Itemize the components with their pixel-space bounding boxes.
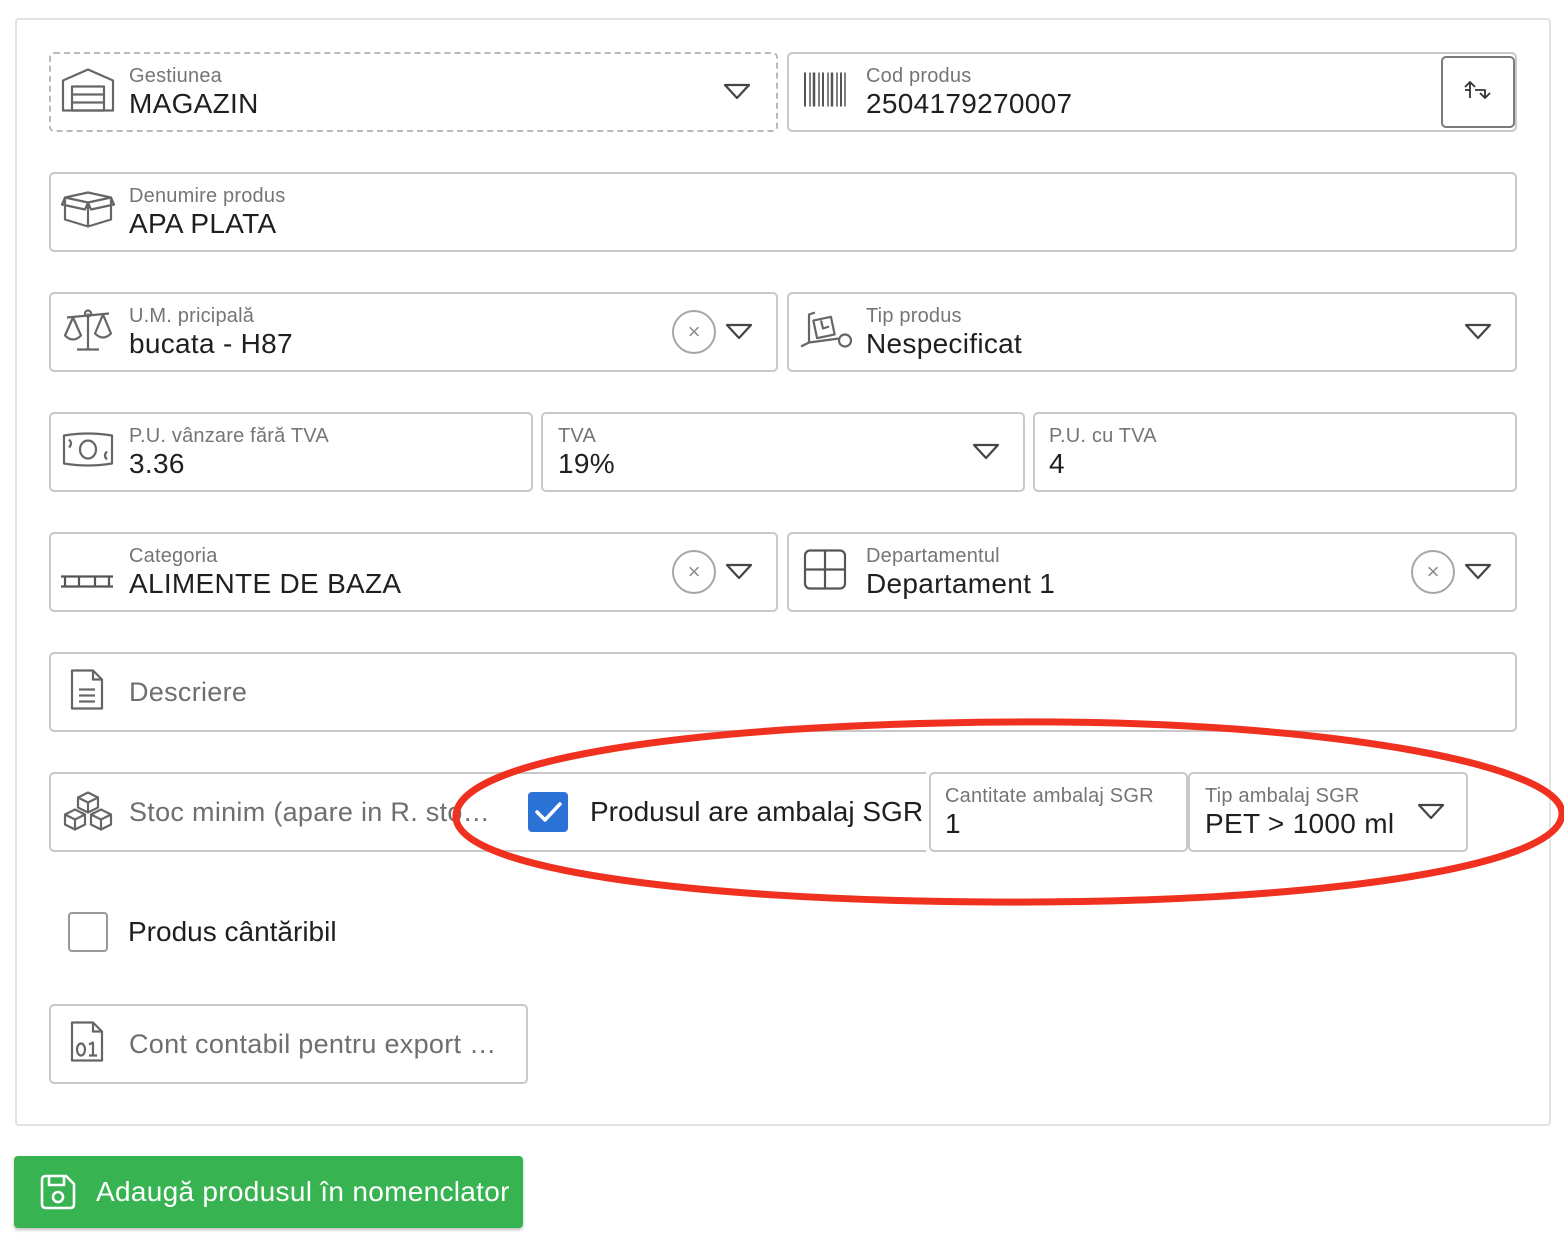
um-value: bucata - H87 — [129, 328, 293, 359]
descriere-placeholder: Descriere — [129, 676, 248, 707]
pu-fara-tva-field[interactable]: P.U. vânzare fără TVA 3.36 — [49, 412, 533, 492]
um-select[interactable]: U.M. pricipală bucata - H87 × — [49, 292, 778, 372]
box-icon — [60, 190, 116, 235]
tva-label: TVA — [558, 425, 597, 447]
pu-cu-tva-value: 4 — [1049, 448, 1065, 479]
tip-ambalaj-sgr-select[interactable]: Tip ambalaj SGR PET > 1000 ml — [1188, 772, 1468, 852]
departament-select[interactable]: Departamentul Departament 1 × — [787, 532, 1517, 612]
chevron-down-icon[interactable] — [724, 321, 754, 343]
denumire-produs-field[interactable]: Denumire produs APA PLATA — [49, 172, 1517, 252]
denumire-label: Denumire produs — [129, 185, 286, 207]
pu-fara-tva-value: 3.36 — [129, 448, 185, 479]
pu-cu-tva-field[interactable]: P.U. cu TVA 4 — [1033, 412, 1517, 492]
warehouse-icon — [61, 67, 115, 118]
pu-fara-tva-label: P.U. vânzare fără TVA — [129, 425, 329, 447]
swap-arrows-icon — [1461, 78, 1495, 107]
cont-contabil-field[interactable]: Cont contabil pentru export … — [49, 1004, 528, 1084]
cantitate-sgr-label: Cantitate ambalaj SGR — [945, 785, 1154, 807]
sgr-checkbox-label: Produsul are ambalaj SGR — [590, 796, 924, 827]
tip-produs-select[interactable]: Tip produs Nespecificat — [787, 292, 1517, 372]
shelf-icon — [59, 574, 115, 595]
sgr-checkbox-row[interactable]: Produsul are ambalaj SGR — [508, 772, 926, 852]
descriere-field[interactable]: Descriere — [49, 652, 1517, 732]
um-label: U.M. pricipală — [129, 305, 255, 327]
categoria-label: Categoria — [129, 545, 218, 567]
tip-ambalaj-sgr-value: PET > 1000 ml — [1205, 808, 1395, 839]
cantaribil-checkbox-row[interactable]: Produs cântăribil — [68, 912, 337, 952]
document-icon — [69, 668, 105, 717]
categoria-value: ALIMENTE DE BAZA — [129, 568, 402, 599]
chevron-down-icon[interactable] — [1463, 321, 1493, 343]
add-product-label: Adaugă produsul în nomenclator — [96, 1176, 510, 1207]
clear-um-button[interactable]: × — [672, 310, 716, 354]
cod-produs-label: Cod produs — [866, 65, 972, 87]
cantitate-sgr-value: 1 — [945, 808, 961, 839]
scale-icon — [61, 308, 115, 357]
stoc-minim-placeholder: Stoc minim (apare in R. sto… — [129, 796, 491, 827]
departament-label: Departamentul — [866, 545, 1000, 567]
gestiune-value: MAGAZIN — [129, 88, 259, 119]
gestiune-select[interactable]: Gestiunea MAGAZIN — [49, 52, 778, 132]
add-product-button[interactable]: Adaugă produsul în nomenclator — [14, 1156, 523, 1228]
cantaribil-label: Produs cântăribil — [128, 916, 337, 947]
binary-file-icon — [69, 1020, 105, 1069]
gestiune-label: Gestiunea — [129, 65, 222, 87]
clear-departament-button[interactable]: × — [1411, 550, 1455, 594]
boxes-icon — [61, 788, 115, 837]
stoc-minim-field[interactable]: Stoc minim (apare in R. sto… — [49, 772, 511, 852]
chevron-down-icon[interactable] — [971, 441, 1001, 463]
tip-ambalaj-sgr-label: Tip ambalaj SGR — [1205, 785, 1360, 807]
chevron-down-icon[interactable] — [724, 561, 754, 583]
departament-value: Departament 1 — [866, 568, 1056, 599]
sgr-checkbox[interactable] — [528, 792, 568, 832]
categoria-select[interactable]: Categoria ALIMENTE DE BAZA × — [49, 532, 778, 612]
chevron-down-icon[interactable] — [1463, 561, 1493, 583]
tip-produs-value: Nespecificat — [866, 328, 1023, 359]
clear-categoria-button[interactable]: × — [672, 550, 716, 594]
hand-truck-icon — [799, 309, 855, 356]
save-icon — [38, 1172, 78, 1212]
checkmark-icon — [535, 802, 562, 822]
barcode-icon — [803, 71, 847, 114]
swap-code-button[interactable] — [1441, 56, 1515, 128]
cod-produs-value: 2504179270007 — [866, 88, 1073, 119]
tva-select[interactable]: TVA 19% — [541, 412, 1025, 492]
pu-cu-tva-label: P.U. cu TVA — [1049, 425, 1157, 447]
tip-produs-label: Tip produs — [866, 305, 962, 327]
cantitate-sgr-field[interactable]: Cantitate ambalaj SGR 1 — [929, 772, 1188, 852]
chevron-down-icon[interactable] — [722, 81, 752, 103]
money-bill-icon — [61, 430, 115, 475]
tva-value: 19% — [558, 448, 615, 479]
cod-produs-field[interactable]: Cod produs 2504179270007 — [787, 52, 1517, 132]
cont-contabil-placeholder: Cont contabil pentru export … — [129, 1028, 497, 1059]
denumire-value: APA PLATA — [129, 208, 277, 239]
grid-icon — [803, 549, 847, 596]
cantaribil-checkbox[interactable] — [68, 912, 108, 952]
chevron-down-icon[interactable] — [1416, 801, 1446, 823]
